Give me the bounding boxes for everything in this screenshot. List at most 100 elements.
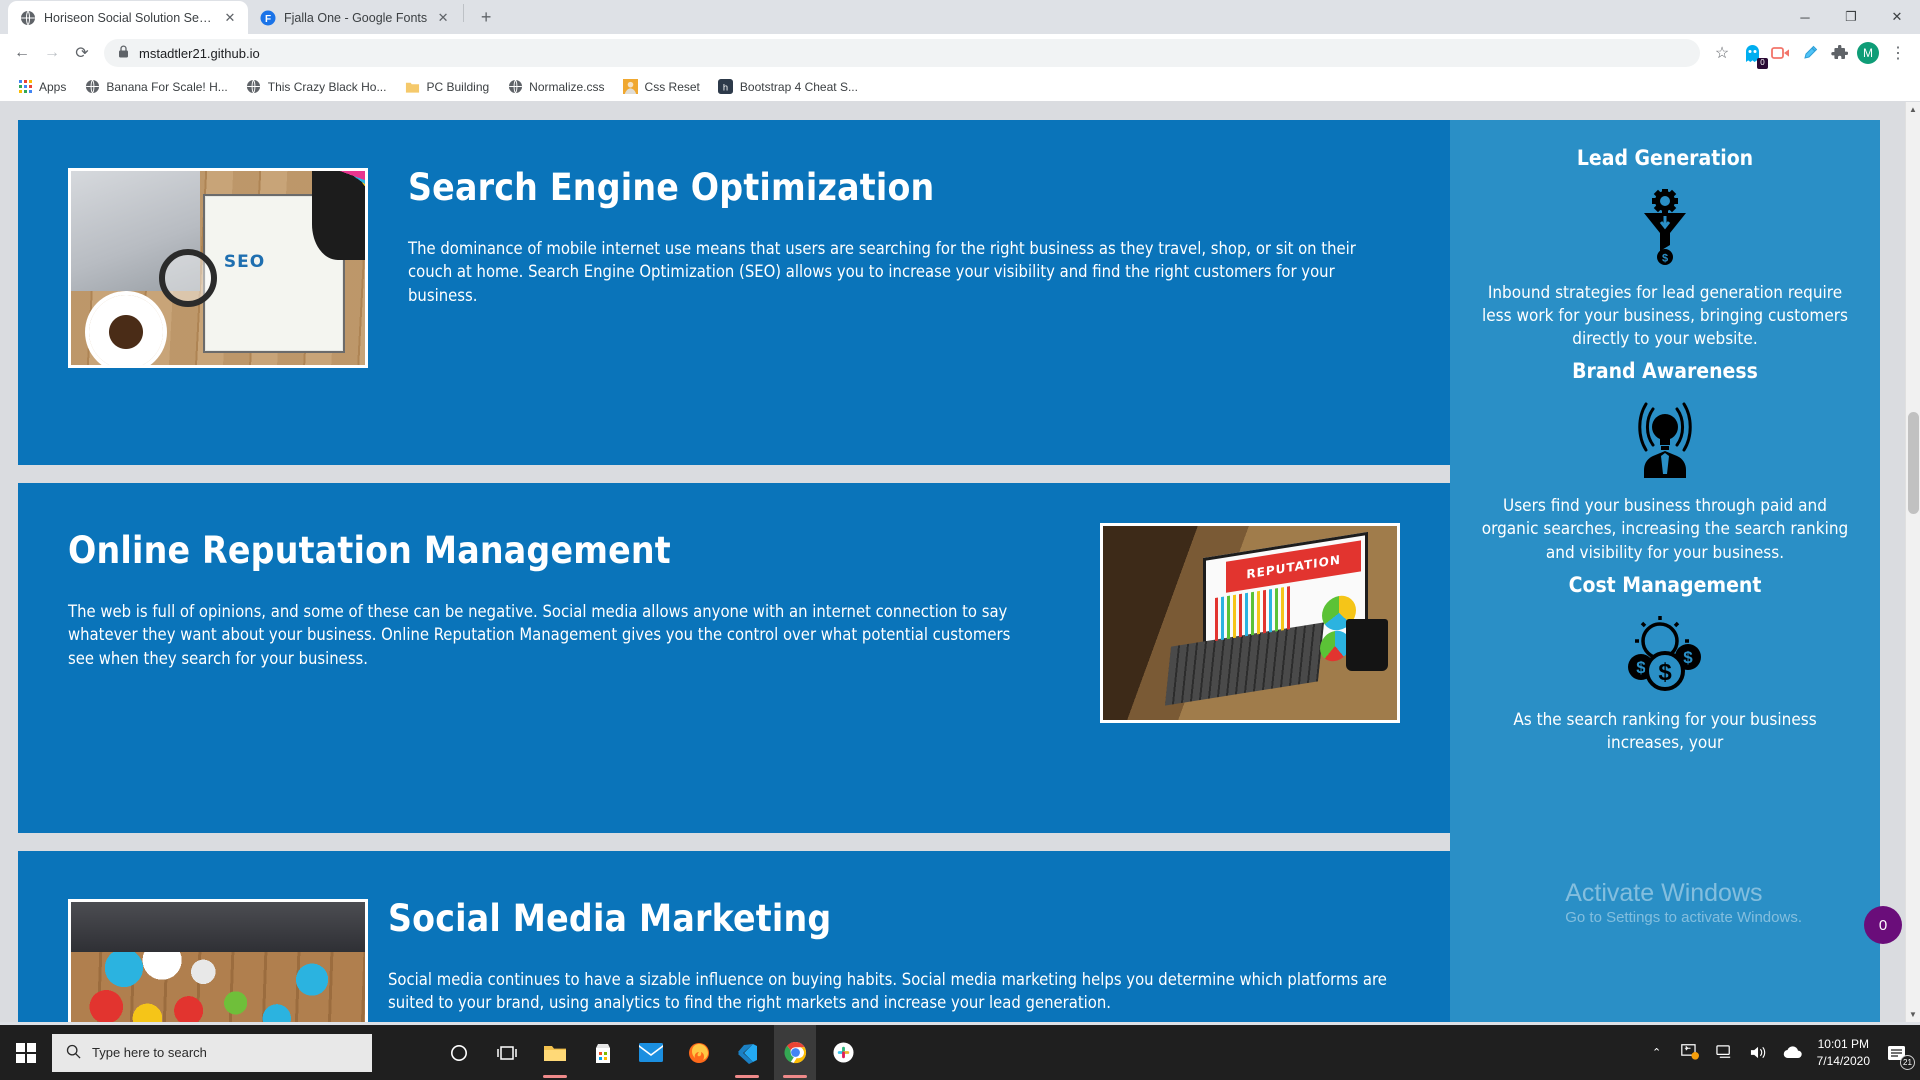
firefox-icon[interactable] — [678, 1025, 720, 1080]
bookmark-pc-building[interactable]: PC Building — [397, 76, 496, 98]
bookmark-label: PC Building — [426, 79, 490, 94]
address-bar[interactable]: mstadtler21.github.io — [104, 39, 1700, 67]
bookmark-label: Bootstrap 4 Cheat S... — [739, 79, 858, 94]
page-root: SEO Search Engine Optimization The domin… — [0, 102, 1905, 1022]
seo-desk-notebook-photo: SEO — [68, 168, 368, 368]
action-center-icon[interactable]: 21 — [1884, 1040, 1915, 1070]
benefit-cost-management: Cost Management $ $ $ As the search rank… — [1480, 573, 1850, 755]
network-icon[interactable] — [1715, 1043, 1735, 1063]
browser-tab-inactive[interactable]: F Fjalla One - Google Fonts ✕ — [248, 1, 462, 34]
service-body: The dominance of mobile internet use mea… — [408, 238, 1356, 305]
gear-coins-dollar-icon: $ $ $ — [1480, 599, 1850, 709]
scroll-down-arrow-icon[interactable]: ▼ — [1906, 1007, 1920, 1022]
notification-count: 21 — [1900, 1054, 1915, 1070]
slack-icon[interactable] — [822, 1025, 864, 1080]
address-bar-url: mstadtler21.github.io — [139, 45, 260, 61]
browser-toolbar: ← → ⟳ mstadtler21.github.io ☆ 0 M ⋮ — [0, 34, 1920, 72]
cortana-icon[interactable] — [438, 1025, 480, 1080]
start-button[interactable] — [0, 1025, 52, 1080]
apps-grid-icon — [17, 79, 33, 95]
svg-text:$: $ — [1636, 658, 1646, 677]
chrome-menu-button[interactable]: ⋮ — [1884, 39, 1912, 67]
task-view-icon[interactable] — [486, 1025, 528, 1080]
clock-time: 10:01 PM — [1817, 1037, 1869, 1052]
page-scrollbar[interactable]: ▲ ▼ — [1905, 102, 1920, 1022]
service-body: Social media continues to have a sizable… — [388, 969, 1387, 1013]
funnel-gear-dollar-icon: $ — [1480, 172, 1850, 282]
taskbar-clock[interactable]: 10:01 PM 7/14/2020 — [1817, 1036, 1870, 1068]
bookmark-label: Normalize.css — [529, 79, 605, 94]
windows-logo-icon — [16, 1042, 36, 1063]
cloud-icon[interactable] — [1783, 1043, 1803, 1063]
display-sync-icon[interactable] — [1681, 1043, 1701, 1063]
forward-button[interactable]: → — [38, 39, 66, 67]
back-button[interactable]: ← — [8, 39, 36, 67]
bookmark-this-crazy-black-ho[interactable]: This Crazy Black Ho... — [239, 76, 394, 98]
minimize-button[interactable]: ─ — [1782, 1, 1828, 33]
svg-text:$: $ — [1683, 648, 1693, 667]
app-running-underline — [735, 1075, 759, 1078]
speaker-icon[interactable] — [1749, 1043, 1769, 1063]
close-icon[interactable]: ✕ — [222, 10, 238, 26]
h-badge-icon: h — [718, 79, 734, 95]
globe-icon — [507, 79, 523, 95]
page-viewport: SEO Search Engine Optimization The domin… — [0, 102, 1920, 1022]
video-play-extension-icon[interactable] — [1768, 40, 1794, 66]
avatar: M — [1857, 42, 1879, 64]
app-running-underline — [543, 1075, 567, 1078]
ghostery-extension-icon[interactable]: 0 — [1739, 40, 1768, 69]
taskbar-search-placeholder: Type here to search — [92, 1045, 207, 1060]
taskbar-search-box[interactable]: Type here to search — [52, 1033, 372, 1072]
reputation-banner-label: REPUTATION — [1226, 540, 1362, 593]
globe-icon — [20, 10, 36, 26]
benefit-text: As the search ranking for your business … — [1513, 709, 1817, 753]
fonts-f-icon: F — [260, 10, 276, 26]
reload-button[interactable]: ⟳ — [68, 39, 96, 67]
bookmark-normalize-css[interactable]: Normalize.css — [500, 76, 611, 98]
pencil-cup-shape — [312, 171, 365, 261]
system-tray: ⌃ 10:01 PM 7/14/2020 21 — [1647, 1036, 1920, 1070]
floating-notification-badge[interactable]: 0 — [1864, 906, 1902, 944]
bookmark-banana-for-scale[interactable]: Banana For Scale! H... — [77, 76, 234, 98]
bookmark-star-icon[interactable]: ☆ — [1708, 39, 1736, 67]
seo-sketch-label: SEO — [223, 252, 266, 273]
new-tab-button[interactable]: + — [472, 3, 500, 31]
svg-text:F: F — [265, 14, 271, 25]
close-icon[interactable]: ✕ — [435, 10, 451, 26]
chrome-browser-window: Horiseon Social Solution Services ✕ F Fj… — [0, 0, 1920, 1025]
mail-icon[interactable] — [630, 1025, 672, 1080]
lightbulb-person-broadcast-icon — [1480, 385, 1850, 495]
highlighter-extension-icon[interactable] — [1797, 40, 1823, 66]
scroll-up-arrow-icon[interactable]: ▲ — [1906, 102, 1920, 117]
social-media-table-photo — [68, 899, 368, 1022]
benefit-title: Cost Management — [1568, 572, 1762, 597]
window-controls: ─ ❐ ✕ — [1782, 0, 1920, 34]
browser-tab-active[interactable]: Horiseon Social Solution Services ✕ — [8, 1, 248, 34]
bookmark-apps[interactable]: Apps — [10, 76, 73, 98]
close-window-button[interactable]: ✕ — [1874, 1, 1920, 33]
bookmark-label: This Crazy Black Ho... — [267, 79, 387, 94]
magnifier-shape — [159, 248, 218, 307]
puzzle-extensions-icon[interactable] — [1826, 40, 1852, 66]
toolbar-right-group: ☆ 0 M ⋮ — [1708, 39, 1912, 69]
benefit-text: Inbound strategies for lead generation r… — [1482, 283, 1848, 350]
bookmark-bootstrap-cheat-sheet[interactable]: h Bootstrap 4 Cheat S... — [711, 76, 865, 98]
service-title: Online Reputation Management — [68, 529, 671, 572]
profile-avatar[interactable]: M — [1855, 40, 1881, 66]
services-column: SEO Search Engine Optimization The domin… — [0, 102, 1450, 1022]
lock-icon — [118, 45, 129, 61]
service-section-reputation: Online Reputation Management The web is … — [18, 483, 1450, 833]
bookmark-label: Apps — [39, 79, 67, 94]
file-explorer-icon[interactable] — [534, 1025, 576, 1080]
benefits-sidebar: Lead Generation $ Inbound strategies for… — [1450, 120, 1880, 1022]
google-chrome-icon[interactable] — [774, 1025, 816, 1080]
microsoft-store-icon[interactable] — [582, 1025, 624, 1080]
vs-code-icon[interactable] — [726, 1025, 768, 1080]
extension-badge-count: 0 — [1757, 58, 1768, 69]
scrollbar-thumb[interactable] — [1908, 412, 1919, 514]
service-section-seo: SEO Search Engine Optimization The domin… — [18, 120, 1450, 465]
taskbar-app-list — [438, 1025, 864, 1080]
tray-chevron-up-icon[interactable]: ⌃ — [1647, 1043, 1667, 1063]
maximize-button[interactable]: ❐ — [1828, 1, 1874, 33]
bookmark-css-reset[interactable]: Css Reset — [616, 76, 707, 98]
